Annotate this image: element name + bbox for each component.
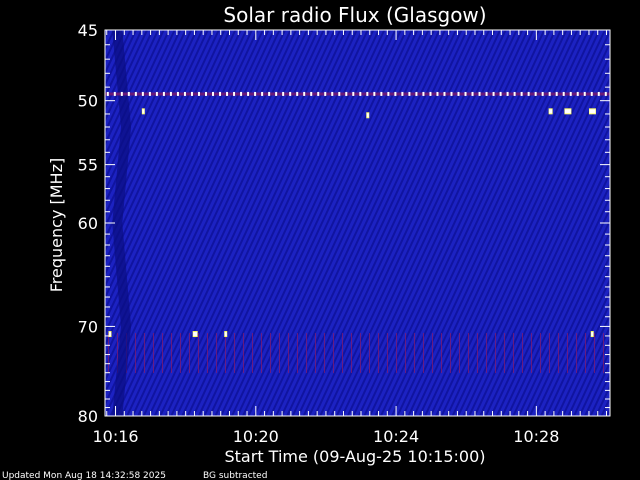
burst — [193, 332, 198, 337]
narrowband-dot — [282, 91, 285, 96]
narrowband-dot — [387, 91, 390, 96]
narrowband-dot — [541, 91, 544, 96]
narrowband-dot — [205, 91, 207, 96]
narrowband-dot — [310, 91, 313, 96]
y-tick-label: 50 — [78, 92, 98, 111]
burst — [549, 109, 553, 114]
burst — [589, 109, 596, 114]
x-tick-label: 10:24 — [373, 427, 419, 446]
burst — [564, 109, 571, 114]
narrowband-dot — [176, 91, 179, 96]
narrowband-dot — [120, 91, 123, 96]
narrowband-dot — [527, 91, 530, 96]
narrowband-dot — [380, 91, 383, 96]
narrowband-dot — [464, 91, 467, 96]
narrowband-dot — [190, 91, 193, 96]
narrowband-dot — [268, 91, 271, 96]
narrowband-dot — [401, 91, 404, 96]
narrowband-dot — [457, 91, 460, 96]
y-tick-label: 55 — [78, 156, 98, 175]
narrowband-dot — [576, 91, 579, 96]
y-tick-label: 45 — [78, 21, 98, 40]
narrowband-dot — [471, 91, 474, 96]
burst — [366, 113, 369, 118]
narrowband-dot — [506, 91, 509, 96]
narrowband-dot — [569, 91, 572, 96]
narrowband-dot — [317, 91, 320, 96]
narrowband-dot — [303, 91, 306, 96]
narrowband-dot — [183, 91, 186, 96]
narrowband-dot — [106, 91, 109, 96]
narrowband-dot — [197, 91, 200, 96]
narrowband-dot — [261, 91, 264, 96]
x-axis-label: Start Time (09-Aug-25 10:15:00) — [225, 447, 486, 466]
lower-band-striations — [105, 333, 610, 373]
narrowband-dot — [169, 91, 172, 96]
narrowband-dot — [394, 91, 397, 96]
narrowband-dot — [296, 91, 299, 96]
narrowband-dot — [520, 91, 523, 96]
burst — [591, 332, 594, 337]
narrowband-dot — [226, 91, 229, 96]
narrowband-dot — [219, 91, 222, 96]
narrowband-dot — [555, 91, 558, 96]
narrowband-dot — [562, 91, 565, 96]
narrowband-dot — [134, 91, 137, 96]
narrowband-dot — [359, 91, 362, 96]
narrowband-dot — [583, 91, 586, 96]
narrowband-dot — [604, 91, 607, 96]
narrowband-dot — [436, 91, 439, 96]
narrowband-dot — [492, 91, 495, 96]
narrowband-dot — [478, 91, 481, 96]
narrowband-dot — [233, 91, 236, 96]
burst — [142, 109, 145, 114]
narrowband-dot — [429, 91, 432, 96]
narrowband-dot — [141, 91, 144, 96]
narrowband-dot — [499, 91, 502, 96]
narrowband-dot — [366, 91, 369, 96]
narrowband-dot — [422, 91, 425, 96]
narrowband-dot — [148, 91, 151, 96]
y-tick-label: 80 — [78, 407, 98, 426]
narrowband-dot — [212, 91, 215, 96]
narrowband-dot — [289, 91, 292, 96]
narrowband-dot — [373, 91, 376, 96]
narrowband-dot — [324, 91, 327, 96]
plot-area — [105, 30, 610, 416]
chart-title: Solar radio Flux (Glasgow) — [223, 3, 486, 27]
narrowband-dot — [162, 91, 165, 96]
updated-timestamp: Updated Mon Aug 18 14:32:58 2025 — [2, 471, 166, 480]
narrowband-dot — [254, 91, 257, 96]
y-tick-label: 70 — [78, 317, 98, 336]
narrowband-dot — [155, 91, 158, 96]
narrowband-dot — [338, 91, 341, 96]
narrowband-dot — [113, 91, 116, 96]
narrowband-dot — [597, 91, 600, 96]
narrowband-dot — [513, 91, 516, 96]
burst — [224, 332, 227, 337]
narrowband-dot — [240, 91, 243, 96]
narrowband-dot — [247, 91, 250, 96]
narrowband-dot — [590, 91, 593, 96]
x-tick-label: 10:20 — [233, 427, 279, 446]
x-tick-label: 10:28 — [513, 427, 559, 446]
y-tick-label: 60 — [78, 214, 98, 233]
narrowband-dot — [450, 91, 453, 96]
narrowband-dot — [127, 91, 130, 96]
narrowband-dot — [548, 91, 551, 96]
narrowband-dot — [275, 91, 278, 96]
spectrogram-chart: Solar radio Flux (Glasgow) 455055607080 … — [2, 3, 611, 480]
narrowband-dot — [485, 91, 488, 96]
x-tick-label: 10:16 — [92, 427, 138, 446]
narrowband-dot — [345, 91, 348, 96]
narrowband-dot — [443, 91, 446, 96]
y-axis-label: Frequency [MHz] — [47, 158, 66, 292]
narrowband-dot — [331, 91, 334, 96]
narrowband-dot — [415, 91, 418, 96]
narrowband-dot — [408, 91, 411, 96]
bg-subtracted-note: BG subtracted — [203, 471, 267, 480]
narrowband-dot — [534, 91, 537, 96]
narrowband-dot — [352, 91, 355, 96]
